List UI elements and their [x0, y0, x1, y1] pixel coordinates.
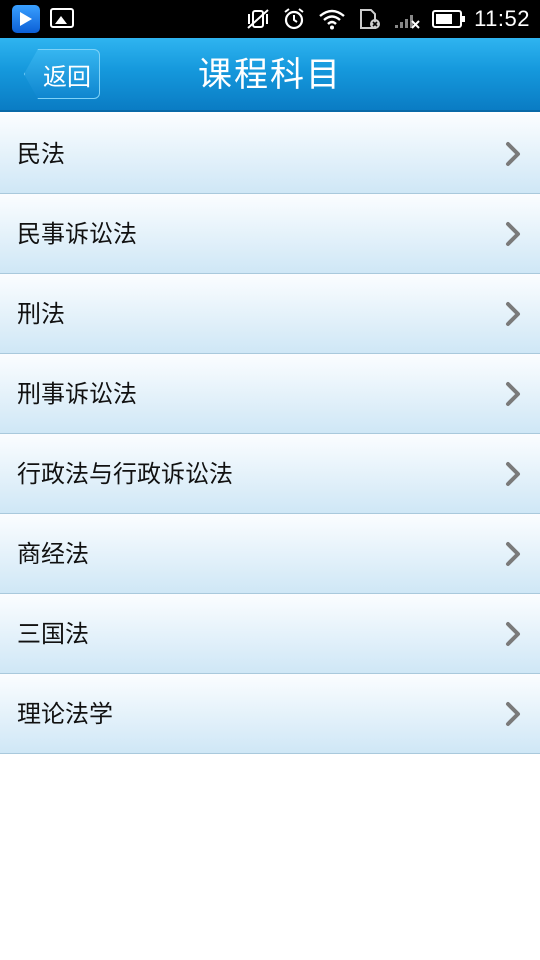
- battery-icon: [432, 10, 466, 28]
- system-icons: 11:52: [246, 0, 530, 38]
- gallery-icon: [50, 8, 74, 28]
- list-item-label: 行政法与行政诉讼法: [17, 460, 233, 488]
- chevron-right-icon: [506, 302, 520, 326]
- list-item[interactable]: 刑法: [0, 274, 540, 354]
- alarm-icon: [284, 8, 304, 30]
- list-item-label: 刑法: [17, 300, 65, 328]
- list-item[interactable]: 民事诉讼法: [0, 194, 540, 274]
- list-item[interactable]: 民法: [0, 114, 540, 194]
- list-item-label: 商经法: [17, 540, 89, 568]
- chevron-right-icon: [506, 382, 520, 406]
- list-item[interactable]: 刑事诉讼法: [0, 354, 540, 434]
- list-item-label: 三国法: [17, 620, 89, 648]
- list-item[interactable]: 三国法: [0, 594, 540, 674]
- chevron-right-icon: [506, 142, 520, 166]
- list-item[interactable]: 理论法学: [0, 674, 540, 754]
- video-player-app-icon: [12, 5, 40, 33]
- list-item-label: 刑事诉讼法: [17, 380, 137, 408]
- title-bar: 课程科目 返回: [0, 38, 540, 112]
- signal-icon: [395, 15, 420, 29]
- notification-icons: [12, 5, 74, 33]
- back-button[interactable]: 返回: [24, 49, 100, 99]
- list-item-label: 民事诉讼法: [17, 220, 137, 248]
- list-item[interactable]: 商经法: [0, 514, 540, 594]
- chevron-right-icon: [506, 702, 520, 726]
- chevron-right-icon: [506, 222, 520, 246]
- course-subject-list: 民法 民事诉讼法 刑法 刑事诉讼法 行政法与行政诉讼法 商经法 三国法 理论法学: [0, 114, 540, 754]
- chevron-right-icon: [506, 542, 520, 566]
- chevron-right-icon: [506, 622, 520, 646]
- sim-card-icon: [360, 9, 381, 29]
- vibrate-off-icon: [247, 9, 269, 29]
- wifi-icon: [319, 9, 345, 30]
- list-item-label: 民法: [17, 140, 65, 168]
- status-time: 11:52: [474, 6, 530, 31]
- back-button-label: 返回: [43, 62, 91, 91]
- chevron-right-icon: [506, 462, 520, 486]
- status-bar: 11:52: [0, 0, 540, 38]
- list-item-label: 理论法学: [17, 700, 113, 728]
- list-item[interactable]: 行政法与行政诉讼法: [0, 434, 540, 514]
